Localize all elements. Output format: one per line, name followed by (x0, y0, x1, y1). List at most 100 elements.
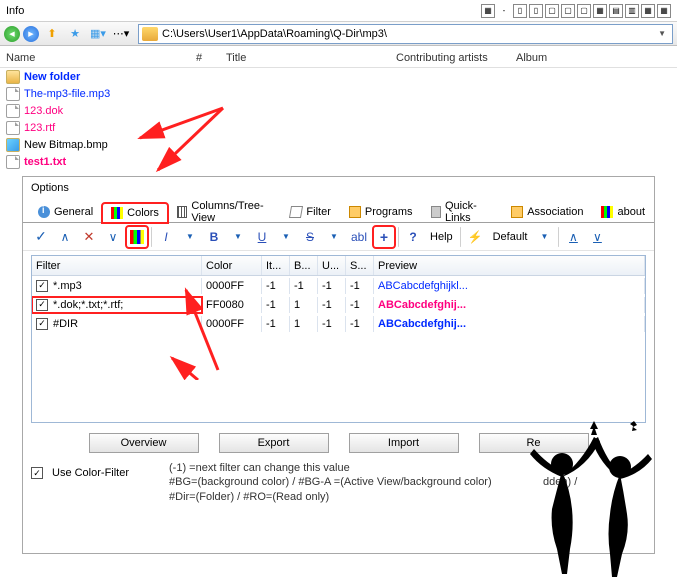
use-color-filter-checkbox[interactable] (31, 467, 43, 479)
color-palette-button[interactable] (127, 227, 147, 247)
layout-icon[interactable]: - (497, 4, 511, 18)
export-button[interactable]: Export (219, 433, 329, 453)
default-dropdown[interactable]: ▼ (534, 227, 554, 247)
tab-quick-links[interactable]: Quick-Links (422, 202, 503, 222)
cell-s: -1 (346, 297, 374, 313)
cell-it: -1 (262, 278, 290, 294)
grid-header-color[interactable]: Color (202, 256, 262, 275)
grid-row[interactable]: #DIR0000FF-11-1-1ABCabcdefghij... (32, 314, 645, 333)
grid-header-s[interactable]: S... (346, 256, 374, 275)
filter-checkbox[interactable] (36, 318, 48, 330)
filter-checkbox[interactable] (36, 280, 48, 292)
tab-filter[interactable]: Filter (281, 202, 339, 222)
layout-icon[interactable]: ▦ (481, 4, 495, 18)
footer-hint: (-1) =next filter can change this value … (169, 461, 577, 504)
bold-dropdown[interactable]: ▼ (228, 227, 248, 247)
tab-colors[interactable]: Colors (102, 203, 168, 223)
expand-icon[interactable]: ∨ (587, 227, 607, 247)
cell-u: -1 (318, 316, 346, 332)
cell-u: -1 (318, 278, 346, 294)
column-album[interactable]: Album (510, 52, 610, 64)
grid-header-filter[interactable]: Filter (32, 256, 202, 275)
layout-icon[interactable]: ▤ (609, 4, 623, 18)
tab-about[interactable]: about (592, 202, 654, 222)
column-contrib[interactable]: Contributing artists (390, 52, 510, 64)
cell-b: 1 (290, 297, 318, 313)
grid-row[interactable]: *.mp30000FF-1-1-1-1ABCabcdefghijkl... (32, 276, 645, 295)
collapse-icon[interactable]: ∧ (563, 227, 583, 247)
cell-it: -1 (262, 297, 290, 313)
grid-header-it[interactable]: It... (262, 256, 290, 275)
strike-dropdown[interactable]: ▼ (324, 227, 344, 247)
underline-button[interactable]: U (252, 227, 272, 247)
layout-icon[interactable]: ▥ (625, 4, 639, 18)
cols-icon (177, 206, 187, 218)
file-row[interactable]: 123.dok (0, 102, 677, 119)
down-icon[interactable]: ∨ (103, 227, 123, 247)
up-button[interactable]: ⬆ (42, 24, 62, 44)
column-title[interactable]: Title (220, 52, 390, 64)
favorites-button[interactable]: ★ (65, 24, 85, 44)
italic-dropdown[interactable]: ▼ (180, 227, 200, 247)
file-row[interactable]: test1.txt (0, 153, 677, 170)
filter-checkbox[interactable] (36, 299, 48, 311)
layout-icon[interactable]: ▯ (513, 4, 527, 18)
filter-text: #DIR (53, 318, 78, 330)
file-row[interactable]: New folder (0, 68, 677, 85)
file-row[interactable]: New Bitmap.bmp (0, 136, 677, 153)
tab-association[interactable]: Association (502, 202, 592, 222)
grid-row[interactable]: *.dok;*.txt;*.rtf;FF0080-11-1-1ABCabcdef… (32, 295, 645, 314)
filter-cell[interactable]: *.mp3 (32, 278, 202, 294)
layout-icon[interactable]: ▢ (577, 4, 591, 18)
tab-columns-tree-view[interactable]: Columns/Tree-View (168, 202, 281, 222)
address-bar[interactable]: C:\Users\User1\AppData\Roaming\Q-Dir\mp3… (138, 24, 673, 44)
doc-icon (6, 155, 20, 169)
italic-button[interactable]: I (156, 227, 176, 247)
tab-general[interactable]: General (29, 202, 102, 222)
add-button[interactable]: + (374, 227, 394, 247)
underline-dropdown[interactable]: ▼ (276, 227, 296, 247)
default-label[interactable]: Default (490, 227, 531, 247)
file-row[interactable]: 123.rtf (0, 119, 677, 136)
apply-icon[interactable]: ✓ (31, 227, 51, 247)
file-name: The-mp3-file.mp3 (24, 88, 110, 100)
filter-cell[interactable]: *.dok;*.txt;*.rtf; (32, 297, 202, 313)
column-name[interactable]: Name (0, 52, 190, 64)
separator (460, 227, 461, 247)
layout-icon[interactable]: ▢ (545, 4, 559, 18)
strike-button[interactable]: S (300, 227, 320, 247)
preview-cell: ABCabcdefghij... (374, 297, 645, 313)
menu-button[interactable]: ⋯▾ (111, 24, 131, 44)
forward-button[interactable] (23, 26, 39, 42)
layout-icon[interactable]: ▯ (529, 4, 543, 18)
layout-icon[interactable]: ▦ (641, 4, 655, 18)
preview-cell: ABCabcdefghijkl... (374, 278, 645, 294)
layout-icon[interactable]: ▦ (593, 4, 607, 18)
up-icon[interactable]: ∧ (55, 227, 75, 247)
view-button[interactable]: ▦▾ (88, 24, 108, 44)
file-name: 123.rtf (24, 122, 55, 134)
preview-cell: ABCabcdefghij... (374, 316, 645, 332)
tab-programs[interactable]: Programs (340, 202, 422, 222)
bold-button[interactable]: B (204, 227, 224, 247)
default-icon[interactable]: ⚡ (465, 227, 486, 247)
abl-button[interactable]: abl (348, 227, 370, 247)
back-button[interactable] (4, 26, 20, 42)
filter-cell[interactable]: #DIR (32, 316, 202, 332)
help-icon[interactable]: ? (403, 227, 423, 247)
grid-header-preview[interactable]: Preview (374, 256, 645, 275)
layout-icon[interactable]: ▦ (657, 4, 671, 18)
grid-header-b[interactable]: B... (290, 256, 318, 275)
grid-header-u[interactable]: U... (318, 256, 346, 275)
file-name: test1.txt (24, 156, 66, 168)
column-hash[interactable]: # (190, 52, 220, 64)
overview-button[interactable]: Overview (89, 433, 199, 453)
file-row[interactable]: The-mp3-file.mp3 (0, 85, 677, 102)
reset-button[interactable]: Re (479, 433, 589, 453)
address-dropdown-icon[interactable]: ▼ (655, 29, 669, 38)
close-icon[interactable]: ✕ (79, 227, 99, 247)
help-label[interactable]: Help (427, 227, 456, 247)
import-button[interactable]: Import (349, 433, 459, 453)
file-name: New Bitmap.bmp (24, 139, 108, 151)
layout-icon[interactable]: ▢ (561, 4, 575, 18)
